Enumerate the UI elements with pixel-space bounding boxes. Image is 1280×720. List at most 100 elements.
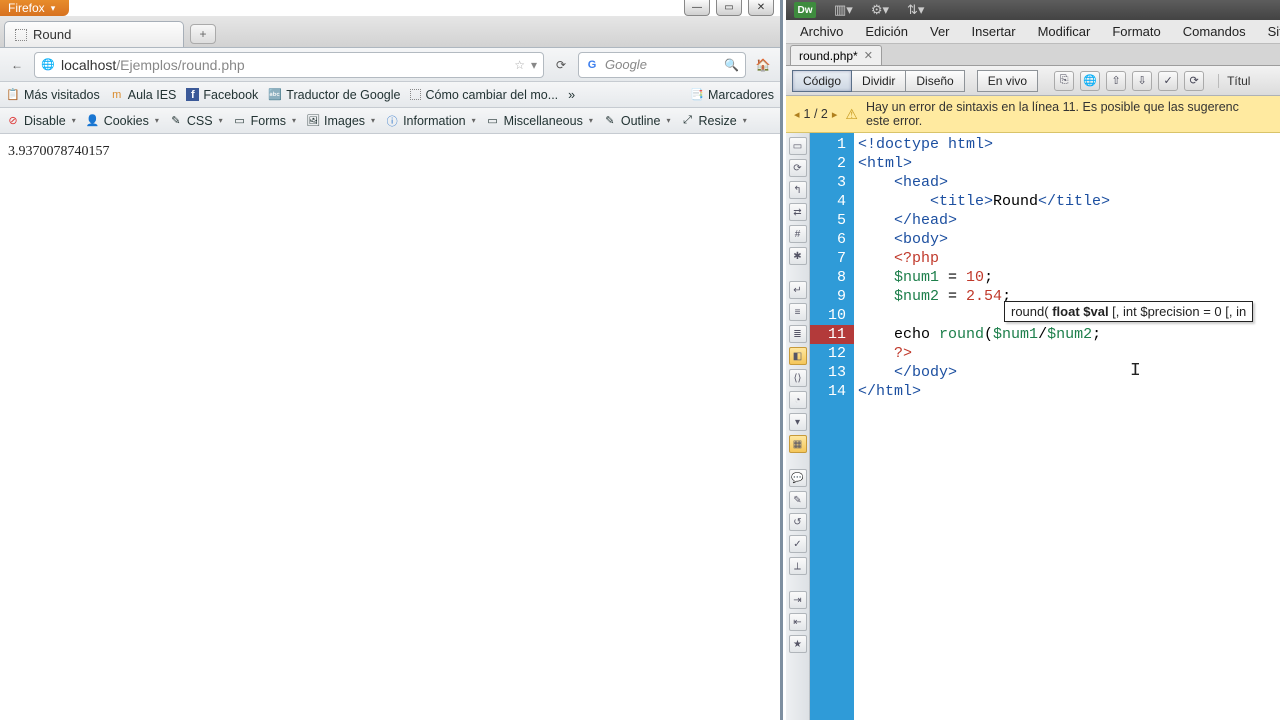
menu-ver[interactable]: Ver <box>920 21 960 42</box>
vt-validate[interactable]: ✓ <box>789 535 807 553</box>
url-text: localhost/Ejemplos/round.php <box>61 57 245 73</box>
vt-syntax[interactable]: ⟨⟩ <box>789 369 807 387</box>
vt-open-docs[interactable]: ▭ <box>789 137 807 155</box>
vt-hint[interactable]: ◔ <box>789 391 807 409</box>
wd-disable[interactable]: ⊘Disable <box>6 114 76 128</box>
vt-snippets[interactable]: ✱ <box>789 247 807 265</box>
menu-modificar[interactable]: Modificar <box>1028 21 1101 42</box>
home-button[interactable]: 🏠 <box>752 54 774 76</box>
google-icon: G <box>585 58 599 72</box>
menu-archivo[interactable]: Archivo <box>790 21 853 42</box>
layout-icon[interactable]: ▥▾ <box>834 2 853 18</box>
translate-icon: 🔤 <box>268 88 282 102</box>
list-icon: 📋 <box>6 88 20 102</box>
resize-icon: ⤢ <box>680 114 694 128</box>
menu-edicion[interactable]: Edición <box>855 21 918 42</box>
view-dividir[interactable]: Dividir <box>852 70 906 92</box>
prev-error-button[interactable]: ◂ <box>794 108 800 121</box>
view-envivo[interactable]: En vivo <box>977 70 1038 92</box>
syntax-error-bar: ◂ 1 / 2 ▸ ⚠ Hay un error de sintaxis en … <box>786 96 1280 133</box>
menu-formato[interactable]: Formato <box>1102 21 1170 42</box>
vt-bookmark[interactable]: ★ <box>789 635 807 653</box>
vt-apply[interactable]: ✎ <box>789 491 807 509</box>
vt-balance[interactable]: ⇄ <box>789 203 807 221</box>
dw-view-toolbar: Código Dividir Diseño En vivo ⎘ 🌐 ⇧ ⇩ ✓ … <box>786 66 1280 96</box>
bookmark-traductor[interactable]: 🔤Traductor de Google <box>268 88 400 102</box>
wd-miscellaneous[interactable]: ▭Miscellaneous <box>486 114 593 128</box>
wd-outline[interactable]: ✎Outline <box>603 114 671 128</box>
gear-icon[interactable]: ⚙▾ <box>871 2 889 18</box>
vt-highlight[interactable]: ◧ <box>789 347 807 365</box>
tab-round[interactable]: Round <box>4 21 184 47</box>
vt-collapse[interactable]: ▾ <box>789 413 807 431</box>
server-icon[interactable]: ⎘ <box>1054 71 1074 91</box>
minimize-button[interactable]: — <box>684 0 710 16</box>
bookmark-star-icon[interactable]: ☆ <box>514 58 525 72</box>
vt-ruler[interactable]: ⟂ <box>789 557 807 575</box>
menu-comandos[interactable]: Comandos <box>1173 21 1256 42</box>
vt-linenums[interactable]: # <box>789 225 807 243</box>
wd-cookies[interactable]: 👤Cookies <box>86 114 159 128</box>
firefox-menu-button[interactable]: Firefox <box>0 0 69 16</box>
dw-document-tabs: round.php* ✕ <box>786 44 1280 66</box>
bookmark-facebook[interactable]: fFacebook <box>186 88 258 102</box>
error-counter: 1 / 2 <box>804 107 828 121</box>
download-icon[interactable]: ⇩ <box>1132 71 1152 91</box>
code-editor: ▭ ⟳ ↰ ⇄ # ✱ ↵ ≡ ≣ ◧ ⟨⟩ ◔ ▾ ▦ 💬 ✎ ↺ ✓ ⟂ ⇥… <box>786 133 1280 720</box>
wd-images[interactable]: 🖼Images <box>306 114 375 128</box>
vt-outdent[interactable]: ≣ <box>789 325 807 343</box>
wd-information[interactable]: ⓘInformation <box>385 114 476 128</box>
search-go-icon[interactable]: 🔍 <box>724 58 739 72</box>
close-button[interactable]: ✕ <box>748 0 774 16</box>
sync-icon[interactable]: ⇅▾ <box>907 2 924 18</box>
view-diseno[interactable]: Diseño <box>906 70 964 92</box>
window-controls: — ▭ ✕ <box>684 0 774 16</box>
moodle-icon: m <box>110 88 124 102</box>
vt-comment[interactable]: 💬 <box>789 469 807 487</box>
bookmarks-overflow[interactable]: » <box>568 88 575 102</box>
view-codigo[interactable]: Código <box>792 70 852 92</box>
doc-tab-round[interactable]: round.php* ✕ <box>790 45 882 65</box>
output-text: 3.9370078740157 <box>8 144 110 159</box>
vt-format[interactable]: ▦ <box>789 435 807 453</box>
reload-button[interactable]: ⟳ <box>550 58 572 72</box>
vt-wrap[interactable]: ↵ <box>789 281 807 299</box>
bookmark-como-cambiar[interactable]: Cómo cambiar del mo... <box>410 88 558 102</box>
code-hint-tooltip: round( float $val [, int $precision = 0 … <box>1004 301 1253 322</box>
doc-tab-label: round.php* <box>799 49 858 63</box>
facebook-icon: f <box>186 88 199 101</box>
upload-icon[interactable]: ⇧ <box>1106 71 1126 91</box>
error-nav: ◂ 1 / 2 ▸ <box>794 107 837 121</box>
next-error-button[interactable]: ▸ <box>832 108 838 121</box>
vt-indent[interactable]: ≡ <box>789 303 807 321</box>
images-icon: 🖼 <box>306 114 320 128</box>
wd-resize[interactable]: ⤢Resize <box>680 114 746 128</box>
browser-preview-icon[interactable]: 🌐 <box>1080 71 1100 91</box>
bookmark-aula-ies[interactable]: mAula IES <box>110 88 177 102</box>
vt-recent[interactable]: ↺ <box>789 513 807 531</box>
validate-icon[interactable]: ✓ <box>1158 71 1178 91</box>
menu-insertar[interactable]: Insertar <box>962 21 1026 42</box>
disable-icon: ⊘ <box>6 114 20 128</box>
vt-select-parent[interactable]: ↰ <box>789 181 807 199</box>
dropdown-icon[interactable]: ▾ <box>531 58 537 72</box>
page-icon <box>15 29 27 41</box>
back-button[interactable]: ← <box>6 54 28 76</box>
vt-indent-in[interactable]: ⇥ <box>789 591 807 609</box>
close-tab-icon[interactable]: ✕ <box>864 49 873 62</box>
maximize-button[interactable]: ▭ <box>716 0 742 16</box>
new-tab-button[interactable]: + <box>190 24 216 44</box>
menu-sitio[interactable]: Sitio <box>1258 21 1280 42</box>
wd-css[interactable]: ✎CSS <box>169 114 223 128</box>
bookmark-most-visited[interactable]: 📋Más visitados <box>6 88 100 102</box>
bookmarks-menu[interactable]: 📑Marcadores <box>690 88 774 102</box>
tab-bar: Round + <box>0 16 780 48</box>
code-area[interactable]: <!doctype html> <html> <head> <title>Rou… <box>854 133 1280 720</box>
url-bar[interactable]: 🌐 localhost/Ejemplos/round.php ☆ ▾ <box>34 52 544 78</box>
forms-icon: ▭ <box>233 114 247 128</box>
vt-refresh[interactable]: ⟳ <box>789 159 807 177</box>
wd-forms[interactable]: ▭Forms <box>233 114 296 128</box>
search-bar[interactable]: G Google 🔍 <box>578 52 746 78</box>
vt-indent-out[interactable]: ⇤ <box>789 613 807 631</box>
refresh-icon[interactable]: ⟳ <box>1184 71 1204 91</box>
